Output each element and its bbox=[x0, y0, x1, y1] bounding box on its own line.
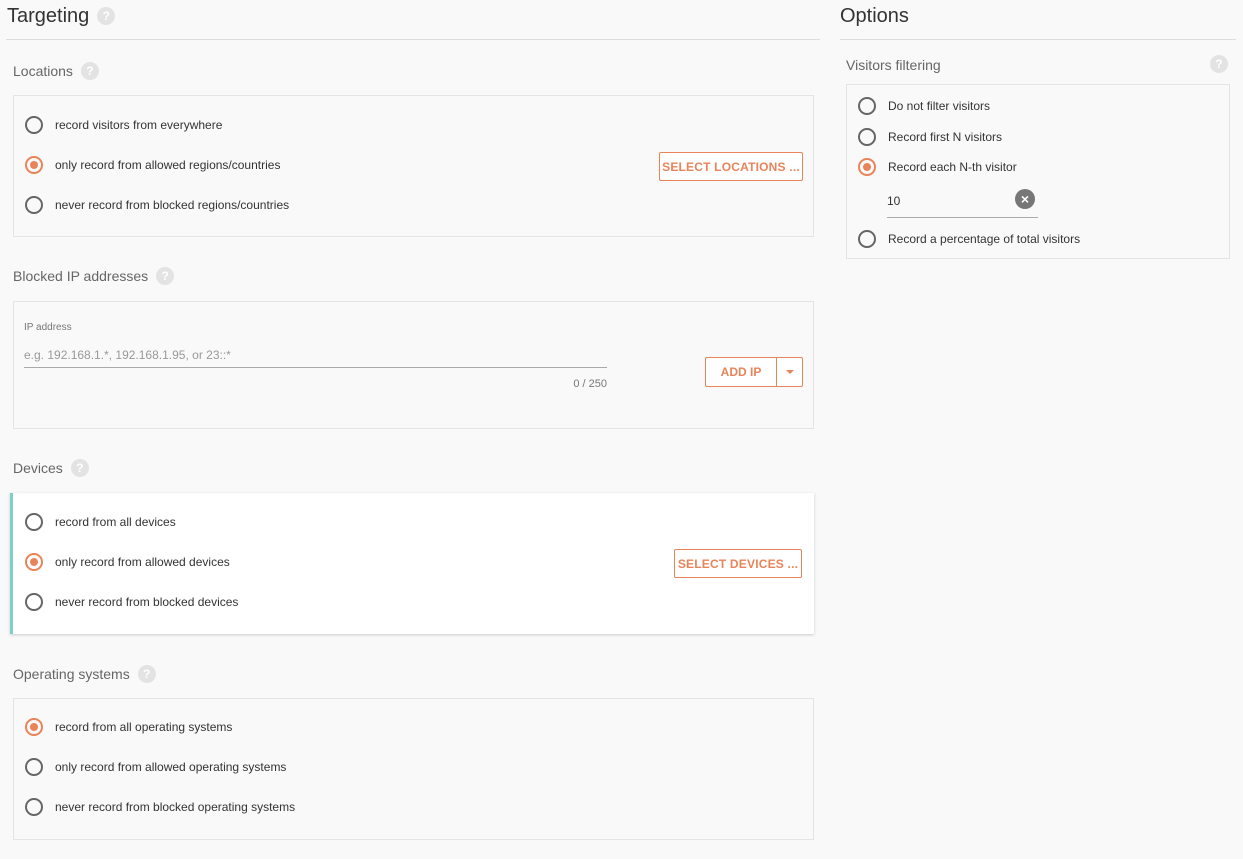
radio-checked-icon[interactable] bbox=[858, 158, 876, 176]
targeting-title: Targeting ? bbox=[6, 1, 820, 31]
help-icon[interactable]: ? bbox=[137, 665, 156, 683]
devices-label: Devices ? bbox=[13, 459, 89, 477]
operating-systems-label: Operating systems ? bbox=[13, 665, 156, 683]
targeting-panel: Targeting ? Locations ? record visitors … bbox=[6, 0, 820, 840]
locations-option-everywhere[interactable]: record visitors from everywhere bbox=[25, 116, 222, 134]
devices-card: record from all devices only record from… bbox=[10, 493, 814, 634]
radio-icon[interactable] bbox=[858, 128, 876, 146]
option-label: never record from blocked regions/countr… bbox=[55, 198, 290, 212]
option-label: never record from blocked devices bbox=[55, 595, 239, 609]
option-label: Record first N visitors bbox=[888, 130, 1003, 144]
locations-card: record visitors from everywhere only rec… bbox=[13, 95, 814, 237]
visitors-filtering-label: Visitors filtering bbox=[846, 57, 941, 73]
help-icon[interactable]: ? bbox=[70, 459, 89, 477]
radio-checked-icon[interactable] bbox=[25, 718, 43, 736]
select-devices-button[interactable]: SELECT DEVICES ... bbox=[674, 549, 802, 578]
locations-option-allowed[interactable]: only record from allowed regions/countri… bbox=[25, 156, 280, 174]
blocked-ip-label-text: Blocked IP addresses bbox=[13, 268, 149, 284]
os-option-blocked[interactable]: never record from blocked operating syst… bbox=[25, 798, 295, 816]
clear-icon[interactable]: × bbox=[1015, 189, 1035, 209]
ip-address-input[interactable] bbox=[24, 342, 607, 368]
option-label: Do not filter visitors bbox=[888, 99, 991, 113]
radio-icon[interactable] bbox=[858, 97, 876, 115]
blocked-ip-card: IP address 0 / 250 ADD IP bbox=[13, 301, 814, 429]
option-label: only record from allowed operating syste… bbox=[55, 760, 287, 774]
radio-checked-icon[interactable] bbox=[25, 553, 43, 571]
devices-option-blocked[interactable]: never record from blocked devices bbox=[25, 593, 238, 611]
os-option-all[interactable]: record from all operating systems bbox=[25, 718, 232, 736]
operating-systems-label-text: Operating systems bbox=[13, 666, 130, 682]
os-option-allowed[interactable]: only record from allowed operating syste… bbox=[25, 758, 286, 776]
option-label: only record from allowed devices bbox=[55, 555, 230, 569]
targeting-title-text: Targeting bbox=[7, 4, 90, 27]
devices-option-allowed[interactable]: only record from allowed devices bbox=[25, 553, 230, 571]
devices-option-all[interactable]: record from all devices bbox=[25, 513, 176, 531]
radio-icon[interactable] bbox=[25, 758, 43, 776]
options-divider bbox=[840, 39, 1236, 40]
help-icon[interactable]: ? bbox=[80, 62, 99, 80]
option-label: Record a percentage of total visitors bbox=[888, 232, 1081, 246]
help-icon[interactable]: ? bbox=[156, 267, 175, 285]
options-title-text: Options bbox=[840, 4, 909, 27]
operating-systems-card: record from all operating systems only r… bbox=[13, 698, 814, 840]
locations-option-blocked[interactable]: never record from blocked regions/countr… bbox=[25, 196, 289, 214]
option-label: never record from blocked operating syst… bbox=[55, 800, 296, 814]
vf-option-first-n[interactable]: Record first N visitors bbox=[858, 128, 1002, 146]
caret-down-icon bbox=[785, 370, 794, 374]
visitors-filtering-card: Do not filter visitors Record first N vi… bbox=[846, 84, 1230, 259]
radio-icon[interactable] bbox=[858, 230, 876, 248]
ip-field-label: IP address bbox=[24, 322, 72, 333]
add-ip-dropdown-button[interactable] bbox=[777, 358, 802, 386]
radio-checked-icon[interactable] bbox=[25, 156, 43, 174]
locations-label-text: Locations bbox=[13, 63, 73, 79]
option-label: only record from allowed regions/countri… bbox=[55, 158, 281, 172]
options-panel: Options Visitors filtering ? Do not filt… bbox=[840, 0, 1236, 259]
select-locations-button[interactable]: SELECT LOCATIONS ... bbox=[659, 152, 803, 181]
radio-icon[interactable] bbox=[25, 513, 43, 531]
options-title: Options bbox=[840, 1, 1236, 31]
add-ip-split-button: ADD IP bbox=[705, 357, 803, 387]
option-label: record from all devices bbox=[55, 515, 176, 529]
help-icon[interactable]: ? bbox=[97, 7, 116, 25]
locations-label: Locations ? bbox=[13, 62, 99, 80]
vf-option-no-filter[interactable]: Do not filter visitors bbox=[858, 97, 990, 115]
help-icon[interactable]: ? bbox=[1210, 55, 1228, 73]
vf-option-percentage[interactable]: Record a percentage of total visitors bbox=[858, 230, 1080, 248]
devices-label-text: Devices bbox=[13, 460, 63, 476]
radio-icon[interactable] bbox=[25, 593, 43, 611]
targeting-divider bbox=[6, 39, 820, 40]
add-ip-button[interactable]: ADD IP bbox=[706, 358, 777, 386]
option-label: Record each N-th visitor bbox=[888, 160, 1017, 174]
ip-char-counter: 0 / 250 bbox=[573, 378, 607, 390]
option-label: record visitors from everywhere bbox=[55, 118, 223, 132]
radio-icon[interactable] bbox=[25, 798, 43, 816]
option-label: record from all operating systems bbox=[55, 720, 233, 734]
vf-option-each-nth[interactable]: Record each N-th visitor bbox=[858, 158, 1017, 176]
n-value-text: 10 bbox=[887, 194, 901, 208]
blocked-ip-label: Blocked IP addresses ? bbox=[13, 267, 175, 285]
radio-icon[interactable] bbox=[25, 116, 43, 134]
radio-icon[interactable] bbox=[25, 196, 43, 214]
